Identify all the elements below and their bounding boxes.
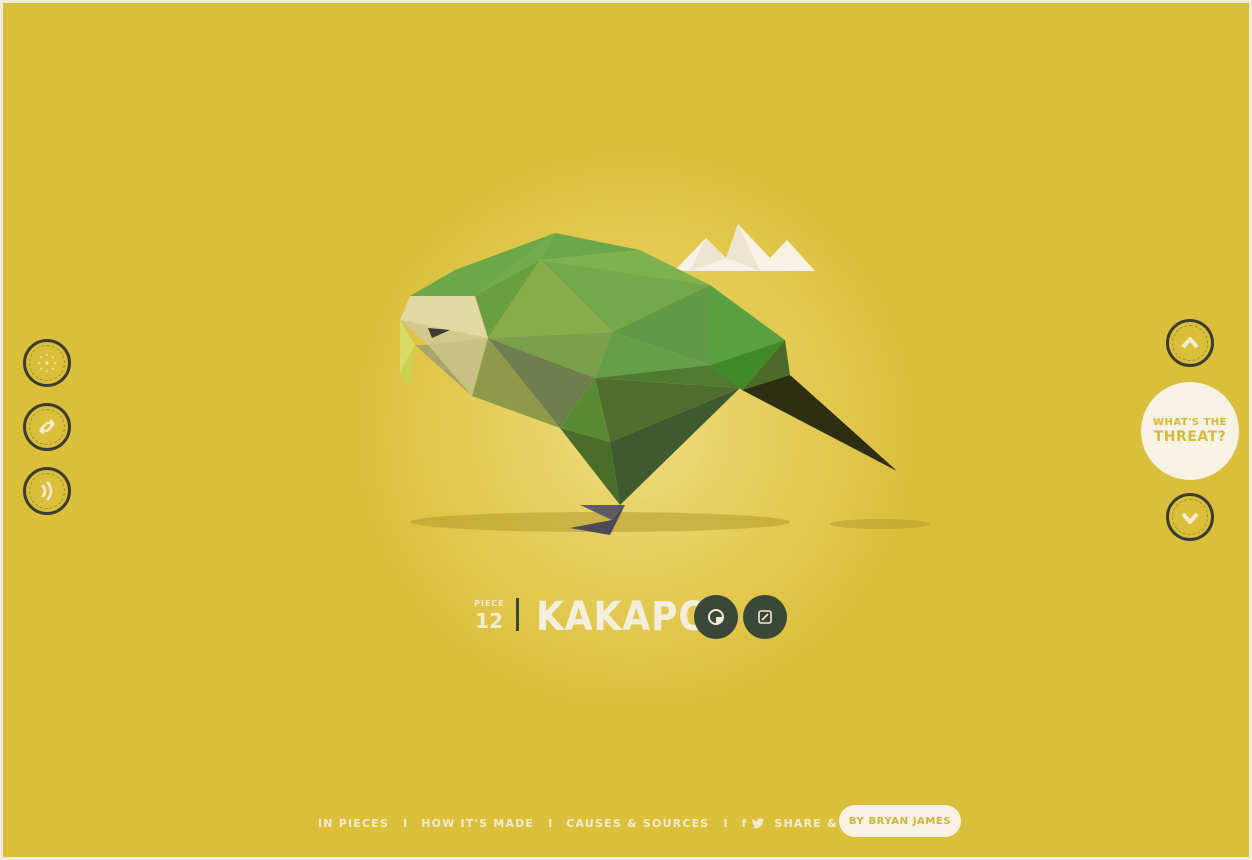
chevron-down-icon <box>1181 512 1199 524</box>
sound-button[interactable] <box>23 467 71 515</box>
bird-face <box>400 296 488 396</box>
previous-piece-button[interactable] <box>1166 319 1214 367</box>
next-piece-button[interactable] <box>1166 493 1214 541</box>
bird-body <box>410 233 897 505</box>
threat-label-line2: THREAT? <box>1153 429 1227 445</box>
pencil-square-icon <box>758 610 772 624</box>
in-pieces-link[interactable]: IN PIECES <box>318 817 389 830</box>
byline-button[interactable]: BY BRYAN JAMES <box>839 805 961 837</box>
chevron-up-icon <box>1181 337 1199 349</box>
kakapo-illustration <box>400 224 930 535</box>
threat-label-line1: WHAT'S THE <box>1153 417 1227 428</box>
species-name: KAKAPO <box>536 594 710 640</box>
how-its-made-link[interactable]: HOW IT'S MADE <box>421 817 534 830</box>
shuffle-button[interactable] <box>23 403 71 451</box>
shuffle-arrows-icon <box>39 419 55 435</box>
piece-number: 12 <box>475 609 503 633</box>
footer-separator: I <box>548 816 553 830</box>
mountain-shape <box>674 224 815 271</box>
facebook-icon[interactable]: f <box>742 817 747 830</box>
page: WHAT'S THE THREAT? PIECE 12 KAKAPO IN PI… <box>0 0 1252 860</box>
explode-pieces-button[interactable] <box>23 339 71 387</box>
stats-button[interactable] <box>694 595 738 639</box>
causes-sources-link[interactable]: CAUSES & SOURCES <box>566 817 709 830</box>
footer-separator: I <box>403 816 408 830</box>
twitter-icon[interactable] <box>752 817 765 829</box>
piece-label: PIECE <box>474 599 505 608</box>
pie-chart-icon <box>708 609 724 625</box>
footer-nav: IN PIECES I HOW IT'S MADE I CAUSES & SOU… <box>318 814 899 832</box>
footer-separator: I <box>723 816 728 830</box>
edit-button[interactable] <box>743 595 787 639</box>
title-divider <box>516 598 519 631</box>
whats-the-threat-button[interactable]: WHAT'S THE THREAT? <box>1141 382 1239 480</box>
sound-waves-icon <box>41 481 53 501</box>
dots-circle-icon <box>38 354 56 372</box>
